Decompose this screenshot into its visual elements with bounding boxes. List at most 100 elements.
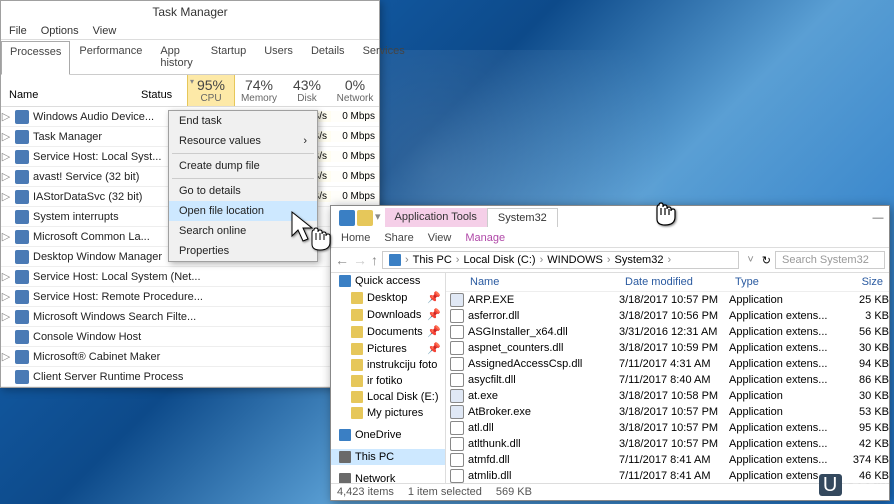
folder-icon[interactable]	[357, 210, 373, 226]
context-item[interactable]: Properties	[169, 241, 317, 261]
file-row[interactable]: aspnet_counters.dll 3/18/2017 10:59 PM A…	[446, 340, 889, 356]
context-item[interactable]: Create dump file	[169, 156, 317, 176]
menu-view[interactable]: View	[93, 25, 117, 37]
qat-dropdown-icon[interactable]: ▾	[375, 210, 381, 226]
file-row[interactable]: atlthunk.dll 3/18/2017 10:57 PM Applicat…	[446, 436, 889, 452]
nav-onedrive[interactable]: OneDrive	[331, 427, 445, 443]
watermark: UGETFIX	[819, 467, 888, 498]
expand-icon[interactable]: ▷	[1, 310, 11, 323]
menu-file[interactable]: File	[9, 25, 27, 37]
col-status[interactable]: Status	[139, 75, 187, 106]
breadcrumb[interactable]: › This PC› Local Disk (C:)› WINDOWS› Sys…	[382, 251, 739, 269]
pin-icon: 📌	[427, 291, 441, 304]
nav-pane: Quick access Desktop📌Downloads📌Documents…	[331, 273, 446, 483]
expand-icon[interactable]: ▷	[1, 110, 11, 123]
tab-details[interactable]: Details	[302, 40, 354, 74]
file-row[interactable]: AtBroker.exe 3/18/2017 10:57 PM Applicat…	[446, 404, 889, 420]
tab-startup[interactable]: Startup	[202, 40, 255, 74]
nav-item[interactable]: Pictures📌	[331, 340, 445, 357]
tab-users[interactable]: Users	[255, 40, 302, 74]
col-name[interactable]: Name	[1, 75, 139, 106]
file-icon	[450, 437, 464, 451]
nav-item[interactable]: Desktop📌	[331, 289, 445, 306]
col-memory[interactable]: 74% Memory	[235, 75, 283, 106]
process-icon	[15, 270, 29, 284]
process-row[interactable]: Client Server Runtime Process0	[1, 367, 379, 387]
file-row[interactable]: AssignedAccessCsp.dll 7/11/2017 4:31 AM …	[446, 356, 889, 372]
minimize-button[interactable]: —	[871, 212, 885, 224]
col-disk[interactable]: 43% Disk	[283, 75, 331, 106]
nav-this-pc[interactable]: This PC	[331, 449, 445, 465]
col-type[interactable]: Type	[729, 276, 834, 288]
menu-bar: File Options View	[1, 23, 379, 40]
nav-quick-access[interactable]: Quick access	[331, 273, 445, 289]
context-item[interactable]: End task	[169, 111, 317, 131]
file-row[interactable]: asycfilt.dll 7/11/2017 8:40 AM Applicati…	[446, 372, 889, 388]
ribbon-view[interactable]: View	[428, 232, 452, 244]
nav-item[interactable]: Local Disk (E:)	[331, 389, 445, 405]
tab-app-history[interactable]: App history	[151, 40, 201, 74]
window-title: Task Manager	[1, 1, 379, 23]
tab-system32[interactable]: System32	[487, 208, 558, 227]
process-icon	[15, 150, 29, 164]
context-item[interactable]: Open file location	[169, 201, 317, 221]
file-icon	[450, 389, 464, 403]
context-item[interactable]: Search online	[169, 221, 317, 241]
process-row[interactable]: ▷ Microsoft® Cabinet Maker0	[1, 347, 379, 367]
quick-access-toolbar-icon[interactable]	[339, 210, 355, 226]
expand-icon[interactable]: ▷	[1, 290, 11, 303]
nav-item[interactable]: instrukciju foto	[331, 357, 445, 373]
col-date[interactable]: Date modified	[619, 276, 729, 288]
file-icon	[450, 325, 464, 339]
nav-back-icon[interactable]: ←	[335, 252, 349, 268]
ribbon-manage[interactable]: Manage	[465, 232, 505, 244]
process-row[interactable]: ▷ Service Host: Remote Procedure...1.8	[1, 287, 379, 307]
nav-item[interactable]: Documents📌	[331, 323, 445, 340]
col-network[interactable]: 0% Network	[331, 75, 379, 106]
nav-item[interactable]: ir fotiko	[331, 373, 445, 389]
ribbon-share[interactable]: Share	[384, 232, 413, 244]
expand-icon[interactable]: ▷	[1, 130, 11, 143]
address-dropdown-icon[interactable]: ˅	[743, 254, 757, 266]
nav-network[interactable]: Network	[331, 471, 445, 483]
refresh-icon[interactable]: ↻	[762, 254, 771, 267]
ribbon-tabs: Home Share View Manage	[331, 229, 889, 248]
star-icon	[339, 275, 351, 287]
process-row[interactable]: Console Window Host0	[1, 327, 379, 347]
expand-icon[interactable]: ▷	[1, 170, 11, 183]
nav-up-icon[interactable]: ↑	[371, 252, 378, 268]
process-row[interactable]: ▷ Microsoft Windows Search Filte...0	[1, 307, 379, 327]
col-name[interactable]: Name	[464, 276, 619, 288]
status-count: 4,423 items	[337, 486, 394, 498]
nav-forward-icon[interactable]: →	[353, 252, 367, 268]
tab-services[interactable]: Services	[354, 40, 414, 74]
file-row[interactable]: ARP.EXE 3/18/2017 10:57 PM Application 2…	[446, 292, 889, 308]
tab-performance[interactable]: Performance	[70, 40, 151, 74]
expand-icon[interactable]: ▷	[1, 230, 11, 243]
tab-application-tools[interactable]: Application Tools	[385, 208, 487, 227]
status-size: 569 KB	[496, 486, 532, 498]
expand-icon[interactable]: ▷	[1, 150, 11, 163]
nav-item[interactable]: Downloads📌	[331, 306, 445, 323]
file-row[interactable]: atmfd.dll 7/11/2017 8:41 AM Application …	[446, 452, 889, 468]
nav-item[interactable]: My pictures	[331, 405, 445, 421]
col-cpu[interactable]: ▾ 95% CPU	[187, 75, 235, 106]
process-row[interactable]: ▷ Service Host: Local System (Net...1.8	[1, 267, 379, 287]
status-bar: 4,423 items 1 item selected 569 KB	[331, 483, 889, 500]
context-item[interactable]: Resource values	[169, 131, 317, 151]
context-item[interactable]: Go to details	[169, 181, 317, 201]
process-icon	[15, 190, 29, 204]
col-size[interactable]: Size	[834, 276, 889, 288]
file-row[interactable]: ASGInstaller_x64.dll 3/31/2016 12:31 AM …	[446, 324, 889, 340]
expand-icon[interactable]: ▷	[1, 190, 11, 203]
folder-icon	[351, 391, 363, 403]
file-row[interactable]: at.exe 3/18/2017 10:58 PM Application 30…	[446, 388, 889, 404]
expand-icon[interactable]: ▷	[1, 270, 11, 283]
expand-icon[interactable]: ▷	[1, 350, 11, 363]
menu-options[interactable]: Options	[41, 25, 79, 37]
ribbon-home[interactable]: Home	[341, 232, 370, 244]
file-row[interactable]: atl.dll 3/18/2017 10:57 PM Application e…	[446, 420, 889, 436]
file-row[interactable]: asferror.dll 3/18/2017 10:56 PM Applicat…	[446, 308, 889, 324]
tab-processes[interactable]: Processes	[1, 41, 70, 75]
search-input[interactable]: Search System32	[775, 251, 885, 269]
